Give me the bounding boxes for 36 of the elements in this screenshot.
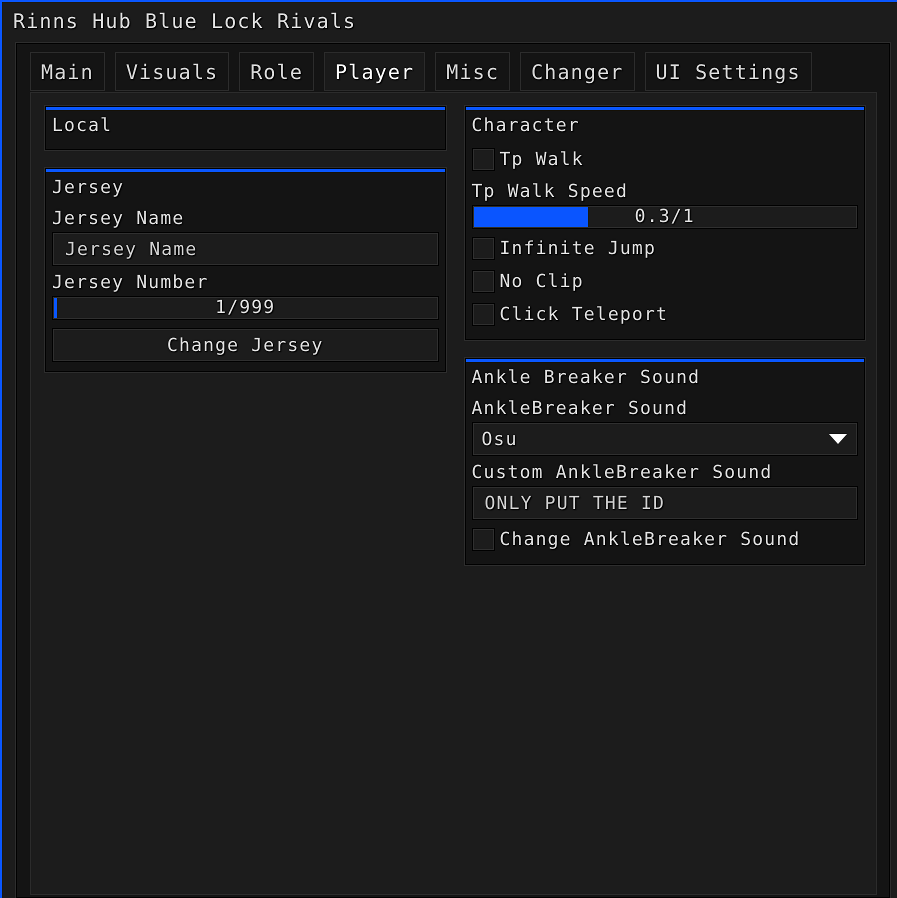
window-title: Rinns Hub Blue Lock Rivals — [12, 8, 358, 35]
tab[interactable]: Role — [239, 52, 314, 91]
text-input[interactable]: Jersey Name — [52, 232, 438, 266]
slider-value: 1/999 — [215, 298, 276, 318]
checkbox[interactable] — [472, 148, 494, 171]
dropdown[interactable]: Osu — [472, 422, 858, 456]
field-label: Jersey Number — [52, 271, 210, 295]
tab[interactable]: Changer — [520, 52, 634, 91]
tab[interactable]: UI Settings — [644, 52, 812, 91]
field-label: Tp Walk Speed — [472, 180, 629, 204]
groupbox-title: Ankle Breaker Sound — [472, 366, 702, 390]
checkbox-label[interactable]: Tp Walk — [500, 148, 584, 171]
groupbox-title: Character — [472, 114, 581, 138]
caret-icon — [829, 434, 847, 444]
field-label: AnkleBreaker Sound — [472, 397, 690, 421]
field-label: Jersey Name — [52, 207, 186, 231]
tab[interactable]: Misc — [435, 52, 510, 91]
tab[interactable]: Visuals — [114, 52, 230, 91]
checkbox[interactable] — [472, 237, 494, 260]
tab[interactable]: Main — [30, 52, 105, 91]
checkbox-label[interactable]: Change AnkleBreaker Sound — [500, 528, 800, 551]
checkbox-label[interactable]: Infinite Jump — [500, 237, 656, 260]
groupbox-title: Jersey — [52, 176, 126, 200]
slider-track[interactable]: 0.3/1 — [472, 205, 858, 229]
slider-value: 0.3/1 — [634, 207, 695, 227]
action-button[interactable]: Change Jersey — [52, 328, 438, 362]
field-label: Custom AnkleBreaker Sound — [472, 461, 774, 485]
text-input[interactable]: ONLY PUT THE ID — [472, 486, 858, 520]
slider-track[interactable]: 1/999 — [52, 296, 438, 320]
checkbox-label[interactable]: No Clip — [500, 270, 584, 293]
groupbox-title: Local — [52, 114, 114, 138]
checkbox[interactable] — [472, 303, 494, 326]
checkbox[interactable] — [472, 270, 494, 293]
tab[interactable]: Player — [324, 52, 426, 91]
checkbox[interactable] — [472, 528, 494, 551]
checkbox-label[interactable]: Click Teleport — [500, 303, 668, 326]
